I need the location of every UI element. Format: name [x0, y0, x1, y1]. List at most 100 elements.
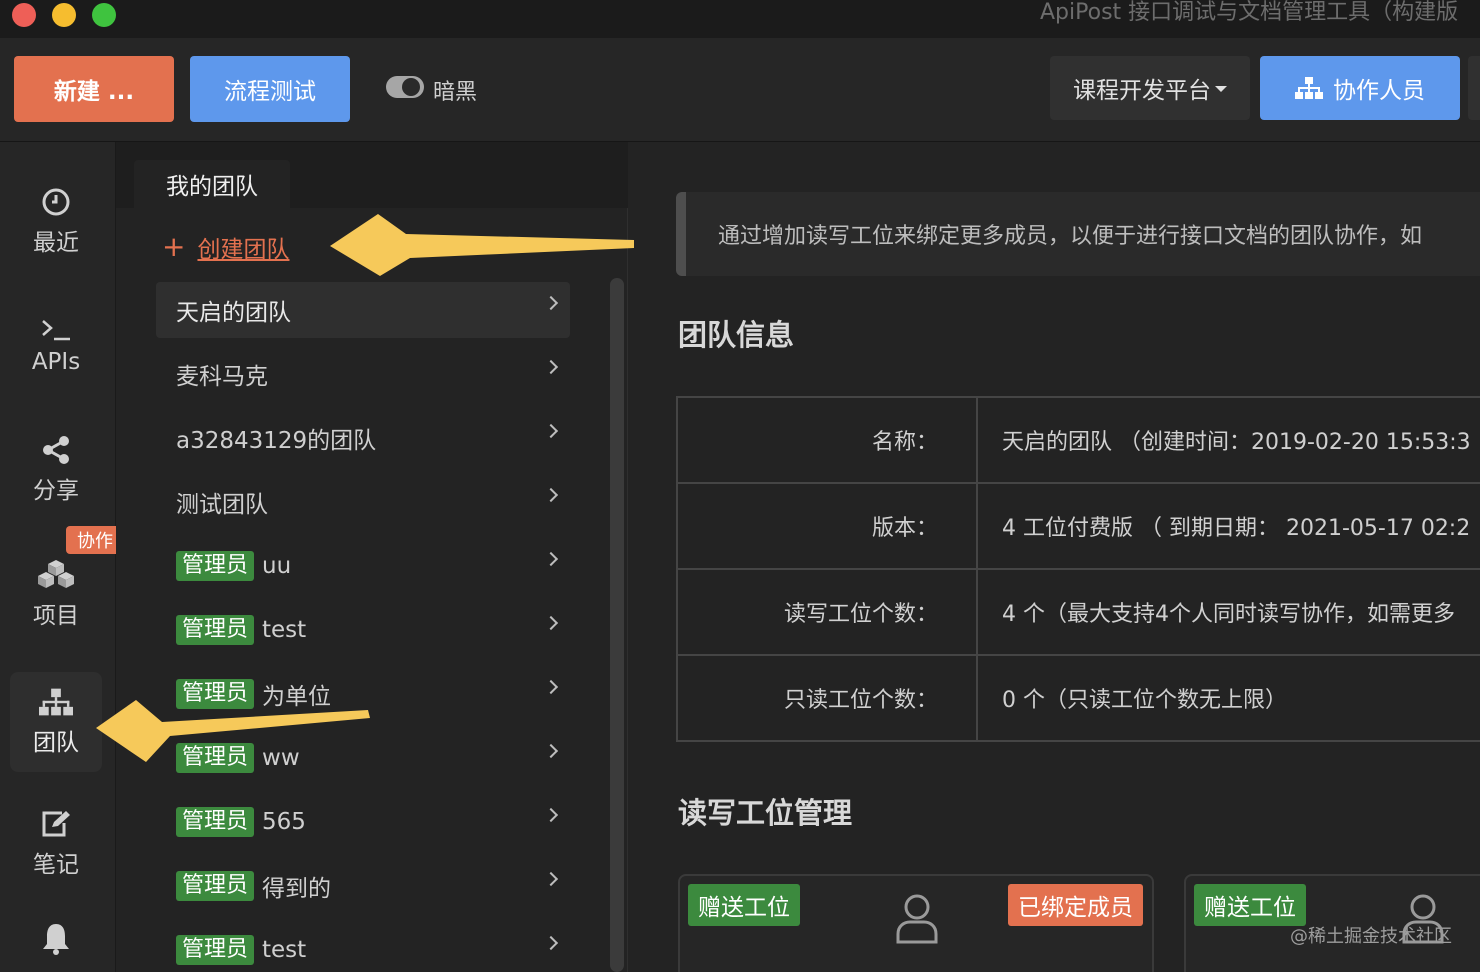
- team-name: 为单位: [262, 684, 332, 710]
- gift-seat-tag: 赠送工位: [688, 884, 800, 926]
- nav-notes-label: 笔记: [33, 852, 79, 878]
- sitemap-icon: [1295, 77, 1323, 99]
- left-nav: 最近 APIs 分享 项目 团队 笔记: [0, 142, 116, 972]
- chevron-right-icon: [543, 487, 559, 503]
- create-team-link[interactable]: + 创建团队: [162, 230, 289, 264]
- toolbar: 新建 ... 流程测试 暗黑 课程开发平台 协作人员: [0, 38, 1480, 142]
- collaborators-label: 协作人员: [1333, 78, 1425, 104]
- team-list-item[interactable]: a32843129的团队: [156, 410, 570, 466]
- clock-icon: [42, 188, 70, 216]
- close-window-button[interactable]: [12, 3, 36, 27]
- sitemap-icon: [39, 688, 73, 716]
- team-name: test: [262, 937, 307, 963]
- chevron-right-icon: [543, 807, 559, 823]
- team-name: 测试团队: [176, 492, 268, 518]
- bell-icon: [43, 924, 69, 955]
- info-value: 4 工位付费版 （ 到期日期： 2021-05-17 02:2: [976, 482, 1480, 570]
- nav-notes[interactable]: 笔记: [10, 794, 102, 894]
- edit-icon: [42, 811, 70, 837]
- gift-seat-tag: 赠送工位: [1194, 884, 1306, 926]
- admin-badge: 管理员: [176, 551, 255, 581]
- chevron-right-icon: [543, 423, 559, 439]
- team-list-scrollbar[interactable]: [610, 278, 624, 972]
- chevron-right-icon: [543, 679, 559, 695]
- share-icon: [43, 436, 69, 464]
- nav-recent[interactable]: 最近: [10, 172, 102, 272]
- team-tabbar: 我的团队: [116, 142, 628, 208]
- team-name: 天启的团队: [176, 300, 291, 326]
- chevron-down-icon: [1215, 86, 1227, 92]
- platform-label: 课程开发平台: [1073, 78, 1211, 104]
- team-list-item[interactable]: 管理员 为单位: [156, 666, 570, 722]
- info-value: 4 个（最大支持4个人同时读写协作，如需更多: [976, 568, 1480, 656]
- nav-team-label: 团队: [33, 730, 79, 756]
- admin-badge: 管理员: [176, 615, 255, 645]
- flow-test-button[interactable]: 流程测试: [190, 56, 350, 122]
- team-name: 565: [262, 809, 306, 835]
- dark-mode-toggle[interactable]: [386, 76, 424, 98]
- nav-project-label: 项目: [33, 603, 79, 629]
- admin-badge: 管理员: [176, 679, 255, 709]
- admin-badge: 管理员: [176, 807, 255, 837]
- plus-icon: +: [162, 230, 186, 263]
- new-button[interactable]: 新建 ...: [14, 56, 174, 122]
- maximize-window-button[interactable]: [92, 3, 116, 27]
- team-list-item[interactable]: 测试团队: [156, 474, 570, 530]
- info-value: 0 个（只读工位个数无上限）: [976, 654, 1480, 742]
- minimize-window-button[interactable]: [52, 3, 76, 27]
- info-key: 只读工位个数：: [676, 654, 978, 742]
- chevron-right-icon: [543, 295, 559, 311]
- admin-badge: 管理员: [176, 743, 255, 773]
- team-list-item[interactable]: 管理员 test: [156, 602, 570, 658]
- team-panel: 我的团队 + 创建团队 天启的团队 麦科马克 a32843129的团队 测试团队…: [116, 142, 628, 972]
- info-value: 天启的团队 （创建时间：2019-02-20 15:53:3: [976, 396, 1480, 484]
- toolbar-overflow-button[interactable]: [1468, 56, 1480, 120]
- nav-notifications[interactable]: [10, 922, 102, 972]
- title-bar: ApiPost 接口调试与文档管理工具（构建版: [0, 0, 1480, 38]
- team-list-item[interactable]: 管理员 ww: [156, 730, 570, 786]
- nav-team[interactable]: 团队: [10, 672, 102, 772]
- seat-management-title: 读写工位管理: [678, 796, 853, 830]
- team-name: 得到的: [262, 876, 332, 902]
- notice-banner: 通过增加读写工位来绑定更多成员，以便于进行接口文档的团队协作，如: [676, 192, 1480, 276]
- tab-my-teams[interactable]: 我的团队: [134, 160, 290, 208]
- team-name: a32843129的团队: [176, 428, 377, 454]
- chevron-right-icon: [543, 935, 559, 951]
- team-list-item[interactable]: 天启的团队: [156, 282, 570, 338]
- chevron-right-icon: [543, 743, 559, 759]
- nav-recent-label: 最近: [33, 230, 79, 256]
- nav-share-label: 分享: [33, 478, 79, 504]
- team-list-item[interactable]: 管理员 uu: [156, 538, 570, 594]
- seat-card[interactable]: 赠送工位 已绑定成员: [678, 874, 1154, 972]
- nav-share[interactable]: 分享: [10, 420, 102, 520]
- chevron-right-icon: [543, 871, 559, 887]
- chevron-right-icon: [543, 551, 559, 567]
- team-list-item[interactable]: 管理员 得到的: [156, 858, 570, 914]
- dark-mode-label: 暗黑: [433, 80, 478, 105]
- team-detail: 通过增加读写工位来绑定更多成员，以便于进行接口文档的团队协作，如 团队信息 名称…: [628, 142, 1480, 972]
- info-key: 名称：: [676, 396, 978, 484]
- nav-apis[interactable]: APIs: [10, 296, 102, 396]
- nav-project[interactable]: 项目: [10, 544, 102, 644]
- bound-member-tag: 已绑定成员: [1008, 884, 1143, 926]
- table-row: 只读工位个数： 0 个（只读工位个数无上限）: [676, 654, 1480, 742]
- watermark: @稀土掘金技术社区: [1290, 926, 1452, 947]
- info-key: 版本：: [676, 482, 978, 570]
- team-list-item[interactable]: 管理员 test: [156, 922, 570, 972]
- team-name: 麦科马克: [176, 364, 268, 390]
- table-row: 名称： 天启的团队 （创建时间：2019-02-20 15:53:3: [676, 396, 1480, 484]
- team-list-item[interactable]: 管理员 565: [156, 794, 570, 850]
- platform-dropdown[interactable]: 课程开发平台: [1050, 56, 1250, 120]
- cubes-icon: [38, 560, 74, 588]
- team-info-table: 名称： 天启的团队 （创建时间：2019-02-20 15:53:3 版本： 4…: [676, 396, 1480, 742]
- chevron-right-icon: [543, 615, 559, 631]
- notice-text: 通过增加读写工位来绑定更多成员，以便于进行接口文档的团队协作，如: [718, 224, 1423, 249]
- terminal-icon: [42, 320, 70, 341]
- team-list-item[interactable]: 麦科马克: [156, 346, 570, 402]
- nav-apis-label: APIs: [31, 349, 81, 375]
- info-key: 读写工位个数：: [676, 568, 978, 656]
- team-name: ww: [262, 745, 300, 771]
- window-title: ApiPost 接口调试与文档管理工具（构建版: [1040, 0, 1459, 25]
- team-info-title: 团队信息: [678, 318, 795, 352]
- collaborators-button[interactable]: 协作人员: [1260, 56, 1460, 120]
